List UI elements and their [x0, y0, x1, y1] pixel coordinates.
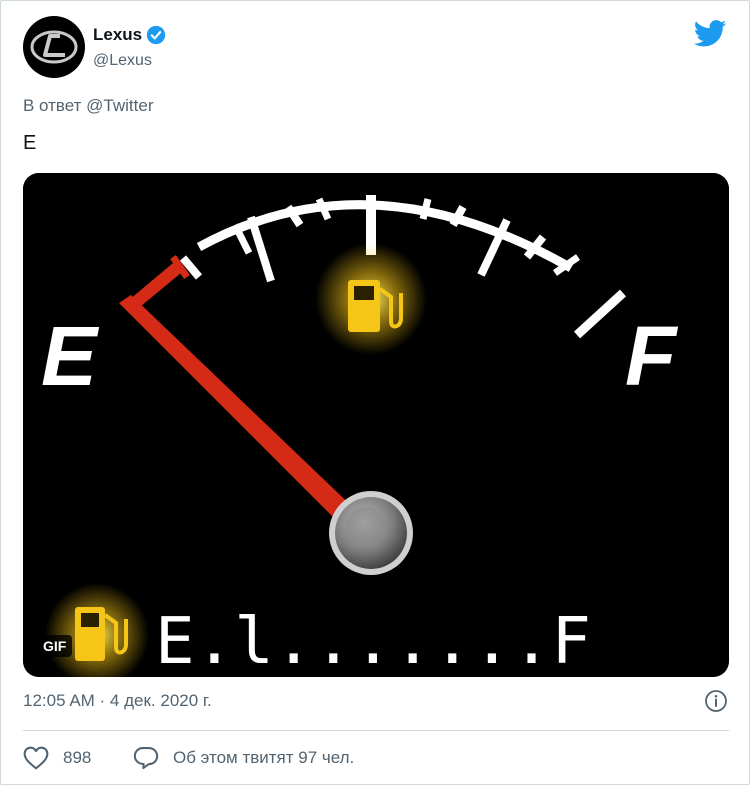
- fuel-pump-icon: [315, 243, 427, 355]
- like-count: 898: [63, 748, 92, 767]
- gif-badge: GIF: [37, 635, 73, 657]
- gauge-right-label: F: [625, 309, 679, 403]
- author-handle[interactable]: @Lexus: [93, 52, 152, 70]
- avatar[interactable]: [23, 16, 85, 78]
- author-name[interactable]: Lexus: [93, 25, 166, 45]
- info-icon[interactable]: [704, 689, 728, 713]
- reply-context[interactable]: В ответ @Twitter: [23, 96, 154, 116]
- heart-icon: [23, 746, 49, 770]
- display-name[interactable]: Lexus: [93, 25, 142, 45]
- digital-fuel-readout: E.l.......F: [155, 605, 591, 677]
- verified-badge-icon: [146, 25, 166, 45]
- fuel-gauge-image: E F E.l.......F: [23, 173, 729, 677]
- tweet-timestamp[interactable]: 12:05 AM · 4 дек. 2020 г.: [23, 691, 212, 711]
- tweet-text: E: [23, 132, 37, 154]
- like-button[interactable]: 898: [23, 745, 91, 771]
- tweet-media-gif[interactable]: E F E.l.......F GIF: [23, 173, 729, 677]
- gauge-left-label: E: [41, 309, 100, 403]
- tweet-card: Lexus @Lexus В ответ @Twitter E E F E.l.…: [0, 0, 750, 785]
- reply-button[interactable]: Об этом твитят 97 чел.: [133, 745, 354, 771]
- speech-bubble-icon: [133, 747, 159, 770]
- twitter-bird-icon[interactable]: [694, 20, 727, 47]
- divider: [23, 730, 729, 731]
- lexus-logo-icon: [30, 30, 78, 64]
- reply-label: Об этом твитят 97 чел.: [173, 748, 355, 767]
